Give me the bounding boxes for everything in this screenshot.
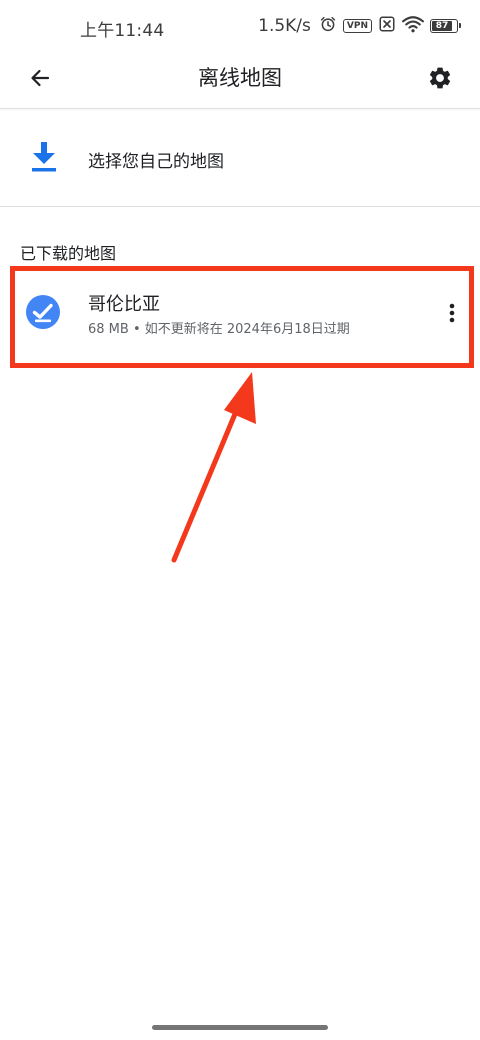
- more-vert-icon: [449, 303, 455, 323]
- status-icons: 1.5K/s VPN 87: [258, 14, 461, 38]
- app-bar: 离线地图: [0, 52, 480, 109]
- map-name: 哥伦比亚: [88, 294, 160, 315]
- settings-button[interactable]: [422, 60, 458, 96]
- map-details: 68 MB • 如不更新将在 2024年6月18日过期: [88, 322, 350, 337]
- page-title: 离线地图: [198, 66, 282, 90]
- net-speed: 1.5K/s: [258, 16, 311, 36]
- status-time: 上午11:44: [80, 21, 165, 41]
- downloaded-maps-header: 已下载的地图: [20, 244, 117, 263]
- downloaded-map-item[interactable]: 哥伦比亚 68 MB • 如不更新将在 2024年6月18日过期: [16, 275, 470, 363]
- battery-level: 87: [435, 21, 449, 31]
- status-bar: 上午11:44 1.5K/s VPN 87: [0, 0, 480, 52]
- sim-off-icon: [378, 15, 396, 38]
- gear-icon: [429, 67, 451, 89]
- battery-icon: 87: [430, 19, 461, 33]
- select-own-map-item[interactable]: 选择您自己的地图: [0, 110, 480, 207]
- home-indicator[interactable]: [152, 1025, 328, 1030]
- wifi-icon: [402, 15, 424, 38]
- screen: 上午11:44 1.5K/s VPN 87 离线地图 选择您自己的地图 已下载的…: [0, 0, 480, 1040]
- more-options-button[interactable]: [440, 297, 464, 329]
- check-circle-icon: [26, 295, 60, 329]
- select-own-map-label: 选择您自己的地图: [88, 152, 224, 172]
- alarm-icon: [319, 15, 337, 38]
- vpn-icon: VPN: [342, 19, 372, 33]
- download-icon: [32, 142, 56, 172]
